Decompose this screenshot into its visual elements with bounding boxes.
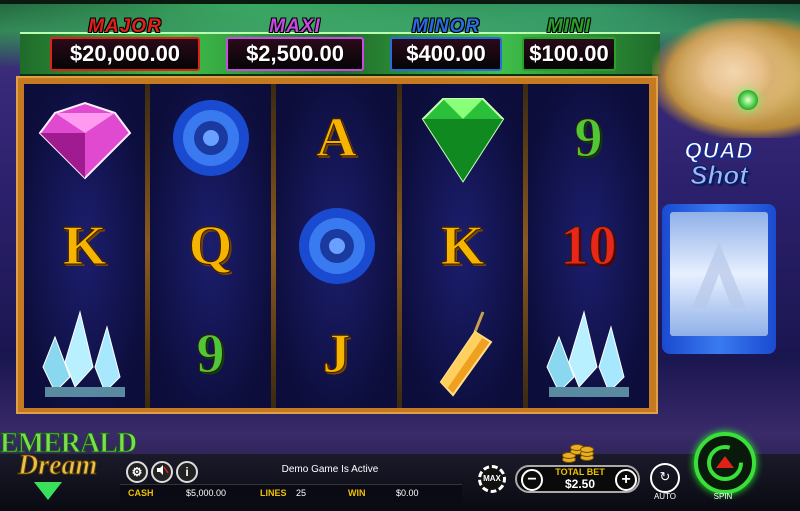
coin-stack-icon [560,440,596,464]
ainsworth-logo-icon [692,242,746,308]
jackpot-amount: $20,000.00 [50,37,200,71]
quad-shot-reel [662,204,776,354]
lines-label: LINES [260,488,287,498]
quad-shot-window [670,212,768,336]
sound-mute-icon[interactable] [151,461,173,483]
jackpot-name: MINI [546,16,592,37]
game-title-line2: Dream [17,450,98,482]
spin-icon [707,445,743,481]
card-symbol-a: A [276,84,397,192]
total-bet-value: $2.50 [564,477,596,491]
card-symbol-9: 9 [150,300,271,408]
jackpot-name: MAJOR [88,16,162,37]
max-bet-button[interactable]: MAX [478,465,506,493]
card-symbol-q: Q [150,192,271,300]
win-label: WIN [348,488,366,498]
card-symbol-10: 10 [528,192,649,300]
lines-value: 25 [296,488,307,498]
decrease-bet-button[interactable]: − [521,469,543,491]
emerald-gem-icon [34,482,62,500]
jackpot-amount: $400.00 [390,37,502,71]
cash-label: CASH [128,488,154,498]
info-icon[interactable]: i [176,461,198,483]
symbol-text: K [440,215,485,278]
jackpot-amount: $100.00 [522,37,616,71]
total-bet-label: TOTAL BET [555,467,605,477]
reel-1: K [24,84,145,408]
autoplay-label: AUTO [653,492,677,501]
card-symbol-9: 9 [528,84,649,192]
symbol-text: K [62,215,107,278]
jackpot-amount: $2,500.00 [226,37,364,71]
jackpot-name: MAXI [269,16,321,37]
symbol-text: A [316,107,357,170]
jackpot-name: MINOR [411,16,481,37]
quad-shot-subtitle: Shot [690,160,749,191]
card-symbol-k: K [24,192,145,300]
pink-diamond-icon [24,84,145,192]
win-value: $0.00 [396,488,419,498]
card-symbol-k: K [402,192,523,300]
jackpot-mini: MINI $100.00 [522,16,616,71]
symbol-text: 9 [196,323,225,386]
increase-bet-button[interactable]: + [615,469,637,491]
crystal-cluster-icon [24,300,145,408]
emerald-orb-icon [738,90,758,110]
top-strip [0,0,800,4]
cash-value: $5,000.00 [186,488,227,498]
emerald-icon [402,84,523,192]
crystal-cluster-icon [528,300,649,408]
symbol-text: 9 [574,107,603,170]
spin-label: SPIN [713,492,733,501]
jackpot-maxi: MAXI $2,500.00 [226,16,364,71]
spin-button[interactable] [694,432,756,494]
symbol-text: 10 [560,215,617,278]
blue-rose-icon [276,192,397,300]
speaker-icon [157,465,169,475]
autoplay-button[interactable]: ↻ [650,463,680,493]
reel-4: K [402,84,523,408]
sorceress-character [652,18,800,138]
symbol-text: Q [188,215,233,278]
quad-shot-logo: QUAD Shot [664,138,774,208]
blue-rose-icon [150,84,271,192]
reel-5: 9 10 [528,84,649,408]
symbol-text: J [322,323,351,386]
jackpot-major: MAJOR $20,000.00 [50,16,200,71]
game-logo: EMERALD Dream [0,428,138,506]
settings-gear-icon[interactable]: ⚙ [126,461,148,483]
reel-frame: K Q 9 A J K 9 10 [16,76,658,414]
meter-row: CASH $5,000.00 LINES 25 WIN $0.00 [120,484,462,503]
demo-status: Demo Game Is Active [281,464,379,475]
jackpot-minor: MINOR $400.00 [390,16,502,71]
reel-2: Q9 [150,84,271,408]
card-symbol-j: J [276,300,397,408]
total-bet-box: − TOTAL BET $2.50 + [515,465,640,493]
amber-pendant-icon [402,300,523,408]
reel-3: AJ [276,84,397,408]
